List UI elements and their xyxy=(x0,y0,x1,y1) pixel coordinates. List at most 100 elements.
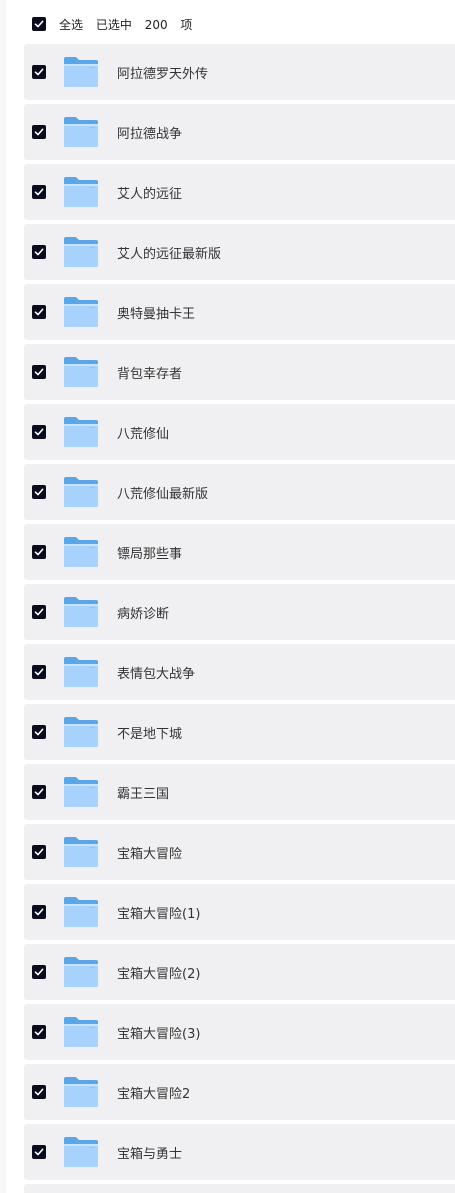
row-checkbox[interactable] xyxy=(32,785,46,799)
checkmark-icon xyxy=(34,308,44,316)
folder-icon xyxy=(64,1137,98,1167)
checkmark-icon xyxy=(34,788,44,796)
selection-summary: 全选 已选中 200 项 xyxy=(59,16,201,33)
select-all-label[interactable]: 全选 xyxy=(59,18,83,32)
checkmark-icon xyxy=(34,488,44,496)
folder-name: 宝箱大冒险2 xyxy=(117,1086,191,1102)
folder-icon xyxy=(64,717,98,747)
checkmark-icon xyxy=(34,20,44,28)
folder-name: 背包幸存者 xyxy=(117,366,183,382)
checkmark-icon xyxy=(34,668,44,676)
folder-name: 宝箱大冒险 xyxy=(117,846,183,862)
folder-name: 镖局那些事 xyxy=(117,546,183,562)
row-checkbox[interactable] xyxy=(32,65,46,79)
file-select-page: 全选 已选中 200 项 阿拉德罗天外传 阿拉德战争艾人的远征艾人的远征最新版 奥特… xyxy=(0,0,455,1193)
folder-name: 表情包大战争 xyxy=(117,666,196,682)
row-checkbox[interactable] xyxy=(32,1145,46,1159)
checkmark-icon xyxy=(34,1148,44,1156)
folder-row[interactable]: 宝箱大冒险(3) xyxy=(24,1004,455,1060)
row-checkbox[interactable] xyxy=(32,125,46,139)
checkmark-icon xyxy=(34,68,44,76)
folder-row[interactable]: 镖局那些事 xyxy=(24,524,455,580)
folder-icon xyxy=(64,477,98,507)
folder-row[interactable]: 奥特曼抽卡王 xyxy=(24,284,455,340)
folder-name: 宝箱大冒险(2) xyxy=(117,966,201,982)
folder-icon xyxy=(64,957,98,987)
row-checkbox[interactable] xyxy=(32,965,46,979)
folder-row[interactable]: 艾人的远征 xyxy=(24,164,455,220)
row-checkbox[interactable] xyxy=(32,185,46,199)
folder-row[interactable]: 艾人的远征最新版 xyxy=(24,224,455,280)
row-checkbox[interactable] xyxy=(32,365,46,379)
folder-icon xyxy=(64,357,98,387)
row-checkbox[interactable] xyxy=(32,1085,46,1099)
folder-row-partial[interactable] xyxy=(24,1184,455,1193)
folder-icon xyxy=(64,897,98,927)
folder-name: 不是地下城 xyxy=(117,726,183,742)
row-checkbox[interactable] xyxy=(32,905,46,919)
folder-icon xyxy=(64,237,98,267)
folder-name: 宝箱大冒险(3) xyxy=(117,1026,201,1042)
selected-suffix: 项 xyxy=(180,17,193,32)
checkmark-icon xyxy=(34,968,44,976)
folder-name: 宝箱大冒险(1) xyxy=(117,906,201,922)
row-checkbox[interactable] xyxy=(32,605,46,619)
folder-row[interactable]: 背包幸存者 xyxy=(24,344,455,400)
folder-icon xyxy=(64,1017,98,1047)
checkmark-icon xyxy=(34,248,44,256)
row-checkbox[interactable] xyxy=(32,545,46,559)
folder-icon xyxy=(64,597,98,627)
folder-icon xyxy=(64,1077,98,1107)
folder-name: 奥特曼抽卡王 xyxy=(117,306,196,322)
select-all-checkbox[interactable] xyxy=(32,17,46,31)
folder-icon xyxy=(64,537,98,567)
row-checkbox[interactable] xyxy=(32,305,46,319)
checkmark-icon xyxy=(34,848,44,856)
folder-icon xyxy=(64,837,98,867)
folder-name: 八荒修仙 xyxy=(117,426,170,442)
row-checkbox[interactable] xyxy=(32,485,46,499)
folder-name: 艾人的远征最新版 xyxy=(117,246,222,262)
selected-count: 200 xyxy=(144,17,168,32)
folder-name: 艾人的远征 xyxy=(117,186,183,202)
folder-icon xyxy=(64,117,98,147)
row-checkbox[interactable] xyxy=(32,1025,46,1039)
folder-row[interactable]: 表情包大战争 xyxy=(24,644,455,700)
folder-row[interactable]: 不是地下城 xyxy=(24,704,455,760)
selected-prefix: 已选中 xyxy=(95,17,132,32)
folder-row[interactable]: 霸王三国 xyxy=(24,764,455,820)
row-checkbox[interactable] xyxy=(32,245,46,259)
folder-name: 阿拉德罗天外传 xyxy=(117,66,209,82)
checkmark-icon xyxy=(34,1088,44,1096)
row-checkbox[interactable] xyxy=(32,425,46,439)
left-gutter xyxy=(0,0,6,1193)
folder-row[interactable]: 宝箱大冒险(1) xyxy=(24,884,455,940)
folder-icon xyxy=(64,777,98,807)
folder-name: 八荒修仙最新版 xyxy=(117,486,209,502)
checkmark-icon xyxy=(34,188,44,196)
folder-row[interactable]: 宝箱与勇士 xyxy=(24,1124,455,1180)
folder-row[interactable]: 阿拉德战争 xyxy=(24,104,455,160)
folder-icon xyxy=(64,417,98,447)
folder-row[interactable]: 阿拉德罗天外传 xyxy=(24,44,455,100)
folder-list: 阿拉德罗天外传 阿拉德战争艾人的远征艾人的远征最新版 奥特曼抽卡王 背包幸存者八荒修仙… xyxy=(24,44,455,1193)
checkmark-icon xyxy=(34,368,44,376)
checkmark-icon xyxy=(34,608,44,616)
folder-row[interactable]: 宝箱大冒险 xyxy=(24,824,455,880)
row-checkbox[interactable] xyxy=(32,725,46,739)
checkmark-icon xyxy=(34,428,44,436)
folder-row[interactable]: 八荒修仙 xyxy=(24,404,455,460)
row-checkbox[interactable] xyxy=(32,665,46,679)
checkmark-icon xyxy=(34,548,44,556)
select-all-bar: 全选 已选中 200 项 xyxy=(24,6,455,42)
row-checkbox[interactable] xyxy=(32,845,46,859)
folder-icon xyxy=(64,177,98,207)
folder-row[interactable]: 八荒修仙最新版 xyxy=(24,464,455,520)
folder-name: 霸王三国 xyxy=(117,786,170,802)
folder-icon xyxy=(64,657,98,687)
folder-name: 阿拉德战争 xyxy=(117,126,183,142)
folder-row[interactable]: 宝箱大冒险2 xyxy=(24,1064,455,1120)
folder-row[interactable]: 宝箱大冒险(2) xyxy=(24,944,455,1000)
folder-icon xyxy=(64,297,98,327)
folder-row[interactable]: 病娇诊断 xyxy=(24,584,455,640)
